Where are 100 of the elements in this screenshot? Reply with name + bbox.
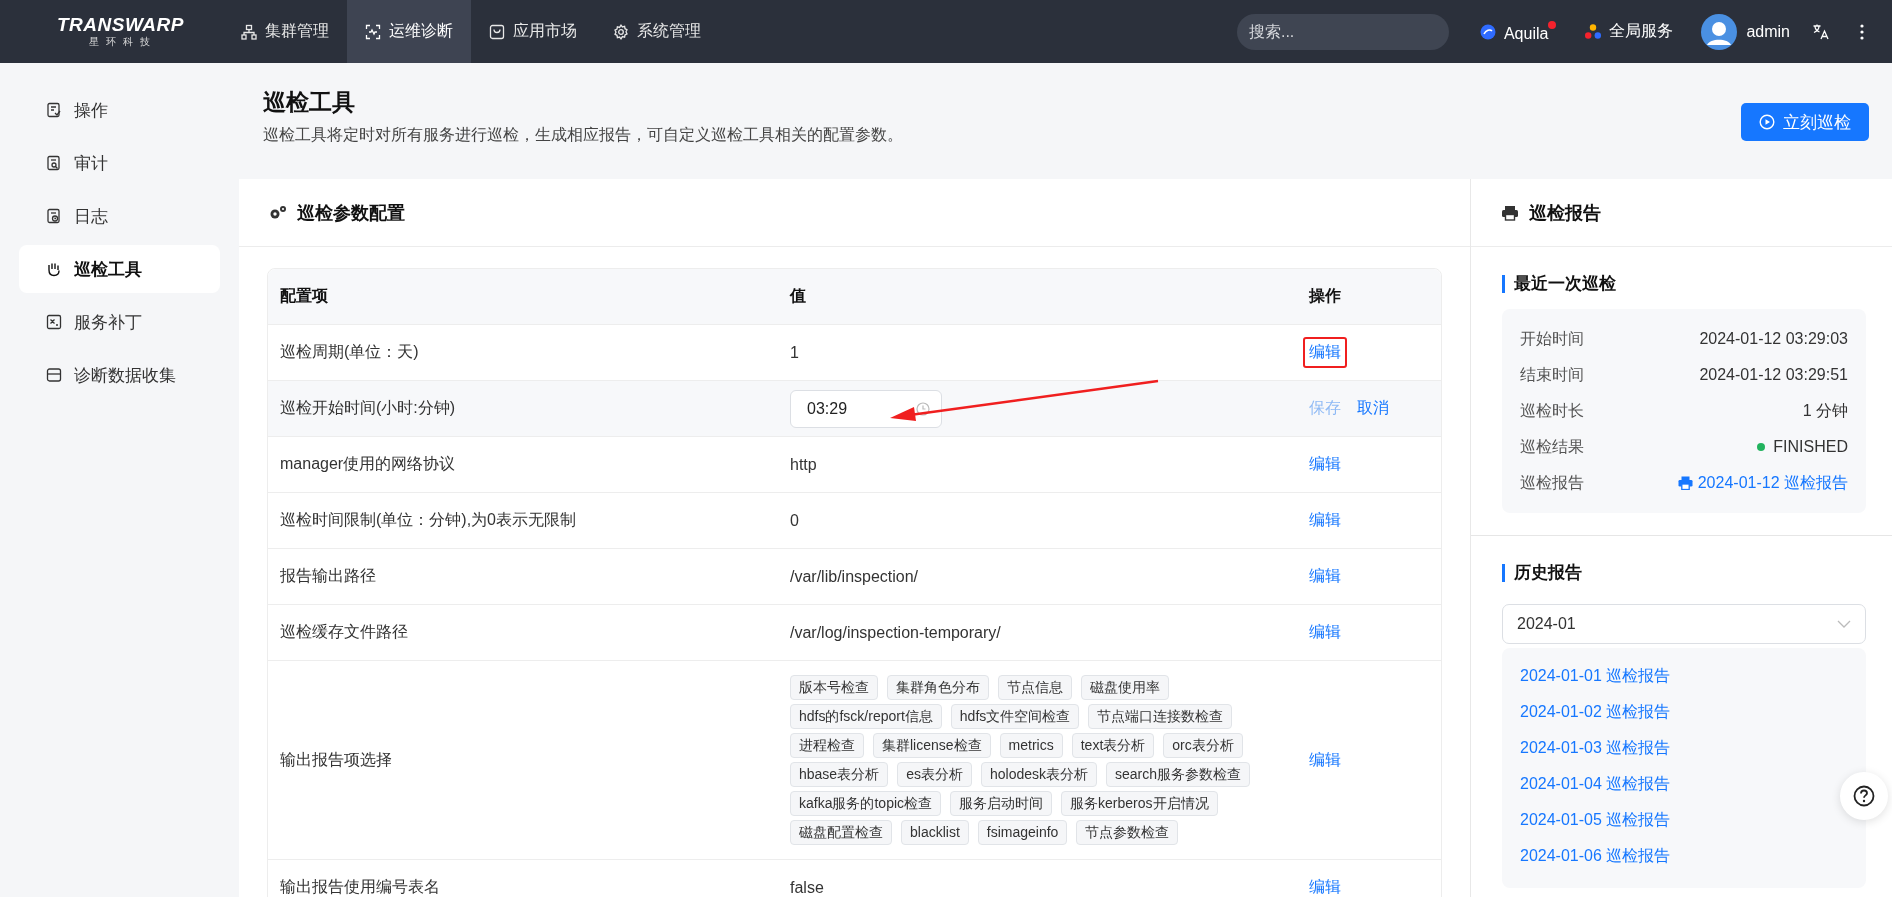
report-item-tag: 集群角色分布 xyxy=(887,675,989,700)
report-item-tag: blacklist xyxy=(901,820,969,845)
sidebar-icon xyxy=(46,314,62,330)
nav-icon xyxy=(613,23,629,40)
search-field[interactable]: 搜索... xyxy=(1236,13,1449,50)
nav-icon xyxy=(241,23,257,40)
printer-icon xyxy=(1677,476,1693,490)
printer-icon xyxy=(1501,204,1519,221)
more-icon[interactable] xyxy=(1860,23,1864,40)
sidebar-icon xyxy=(46,208,62,224)
sidebar-item[interactable]: 巡检工具 xyxy=(19,245,220,293)
sidebar-icon xyxy=(46,102,62,118)
field-value: 2024-01-12 03:29:51 xyxy=(1699,366,1848,384)
nav-tab[interactable]: 集群管理 xyxy=(223,0,347,63)
config-value: 0 xyxy=(790,511,799,530)
sidebar-item[interactable]: 诊断数据收集 xyxy=(19,351,220,399)
globe-icon xyxy=(1478,22,1497,41)
report-item-tag: orc表分析 xyxy=(1163,733,1243,758)
action-link[interactable]: 取消 xyxy=(1357,398,1389,419)
report-item-tag: es表分析 xyxy=(897,762,972,787)
sidebar-item[interactable]: 日志 xyxy=(19,192,220,240)
action-link[interactable]: 编辑 xyxy=(1309,877,1341,897)
config-name: manager使用的网络协议 xyxy=(280,454,456,474)
avatar-icon xyxy=(1701,13,1738,50)
user-name[interactable]: admin xyxy=(1746,22,1790,41)
report-item-tag: hbase表分析 xyxy=(790,762,889,787)
gears-icon xyxy=(269,204,287,221)
field-label: 开始时间 xyxy=(1520,328,1584,349)
sidebar-item[interactable]: 服务补丁 xyxy=(19,298,220,346)
clock-icon xyxy=(916,401,930,416)
report-item-tag: 节点端口连接数检查 xyxy=(1088,704,1233,729)
report-item-tag: text表分析 xyxy=(1071,733,1155,758)
header-link[interactable]: 全局服务 xyxy=(1584,21,1674,42)
report-item-tag: fsimageinfo xyxy=(977,820,1068,845)
report-item-tag: hdfs的fsck/report信息 xyxy=(790,704,942,729)
sidebar-icon xyxy=(46,367,62,383)
action-link[interactable]: 编辑 xyxy=(1309,510,1341,531)
report-link[interactable]: 2024-01-06 巡检报告 xyxy=(1520,845,1671,867)
field-label: 巡检结果 xyxy=(1520,436,1584,457)
field-label: 结束时间 xyxy=(1520,364,1584,385)
nav-icon xyxy=(489,23,505,40)
report-item-tag: 版本号检查 xyxy=(790,675,878,700)
help-icon xyxy=(1853,785,1875,807)
action-link[interactable]: 编辑 xyxy=(1309,622,1341,643)
section-title: 最近一次巡检 xyxy=(1502,275,1866,293)
start-inspection-button[interactable]: 立刻巡检 xyxy=(1741,103,1869,141)
report-item-tag: 进程检查 xyxy=(790,733,864,758)
action-link[interactable]: 编辑 xyxy=(1309,749,1341,771)
report-link[interactable]: 2024-01-05 巡检报告 xyxy=(1520,809,1671,831)
logo-wordmark: TRANSWARP xyxy=(57,15,184,35)
page-title: 巡检工具 xyxy=(263,88,356,117)
report-link[interactable]: 2024-01-02 巡检报告 xyxy=(1520,701,1671,723)
report-link[interactable]: 2024-01-04 巡检报告 xyxy=(1520,773,1671,795)
report-item-tag: 服务启动时间 xyxy=(950,791,1053,816)
config-name: 巡检开始时间(小时:分钟) xyxy=(280,398,456,418)
report-item-tag: hdfs文件空间检查 xyxy=(950,704,1080,729)
action-link[interactable]: 编辑 xyxy=(1309,566,1341,587)
config-value: http xyxy=(790,455,817,474)
report-item-tag: 节点参数检查 xyxy=(1076,820,1179,845)
report-link[interactable]: 2024-01-12 巡检报告 xyxy=(1697,472,1848,494)
logo-subtitle: 星 环 科 技 xyxy=(89,35,152,48)
section-title: 历史报告 xyxy=(1502,564,1866,582)
panel-title: 巡检报告 xyxy=(1529,201,1601,225)
config-value: false xyxy=(790,878,824,897)
config-value: /var/log/inspection-temporary/ xyxy=(790,623,1001,642)
header-link[interactable]: Aquila xyxy=(1478,20,1557,43)
nav-tab[interactable]: 运维诊断 xyxy=(347,0,471,63)
action-link[interactable]: 编辑 xyxy=(1309,454,1341,475)
time-field[interactable]: 03:29 xyxy=(790,389,942,428)
chevron-down-icon xyxy=(1837,620,1851,628)
report-link[interactable]: 2024-01-03 巡检报告 xyxy=(1520,737,1671,759)
sidebar-item[interactable]: 审计 xyxy=(19,139,220,187)
config-value: 1 xyxy=(790,343,799,362)
dots-icon xyxy=(1584,22,1603,41)
sidebar-icon xyxy=(46,155,62,171)
translate-icon[interactable] xyxy=(1812,22,1830,41)
config-name: 输出报告使用编号表名 xyxy=(280,877,440,897)
report-item-tag: holodesk表分析 xyxy=(980,762,1097,787)
page-description: 巡检工具将定时对所有服务进行巡检，生成相应报告，可自定义巡检工具相关的配置参数。 xyxy=(263,125,903,145)
config-name: 输出报告项选择 xyxy=(280,749,392,770)
report-item-tag: 磁盘使用率 xyxy=(1081,675,1169,700)
field-value: 2024-01-12 03:29:03 xyxy=(1699,330,1848,348)
config-name: 报告输出路径 xyxy=(280,566,376,586)
panel-title: 巡检参数配置 xyxy=(297,201,405,225)
report-item-tag: 集群license检查 xyxy=(873,733,991,758)
report-item-tag: metrics xyxy=(999,733,1063,758)
field-value: 1 分钟 xyxy=(1802,400,1848,421)
sidebar-item[interactable]: 操作 xyxy=(19,86,220,134)
nav-tab[interactable]: 应用市场 xyxy=(471,0,595,63)
month-select[interactable]: 2024-01 xyxy=(1502,604,1866,644)
column-header: 配置项 xyxy=(279,286,329,306)
config-name: 巡检缓存文件路径 xyxy=(280,622,408,642)
report-link[interactable]: 2024-01-01 巡检报告 xyxy=(1520,665,1671,687)
action-link[interactable]: 编辑 xyxy=(1309,343,1341,360)
nav-tab[interactable]: 系统管理 xyxy=(595,0,719,63)
report-item-tag: 节点信息 xyxy=(998,675,1072,700)
field-label: 巡检报告 xyxy=(1520,472,1584,493)
report-item-tag: kafka服务的topic检查 xyxy=(790,791,942,816)
report-item-tag: search服务参数检查 xyxy=(1106,762,1251,787)
column-header: 操作 xyxy=(1307,286,1342,306)
